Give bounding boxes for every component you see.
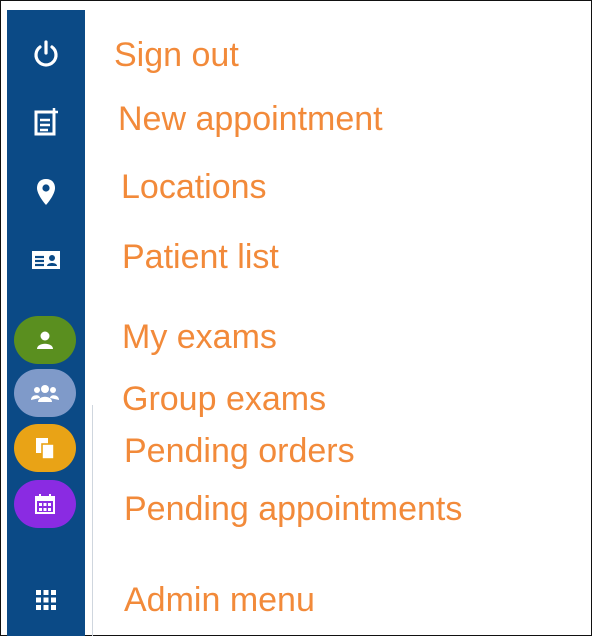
- new-appointment-icon[interactable]: [7, 102, 85, 142]
- documents-icon[interactable]: [14, 424, 76, 472]
- calendar-icon[interactable]: [14, 480, 76, 528]
- menu-item-patient-list[interactable]: Patient list: [122, 237, 279, 277]
- menu-item-group-exams[interactable]: Group exams: [122, 379, 326, 419]
- divider: [92, 405, 93, 636]
- menu-item-new-appointment[interactable]: New appointment: [118, 99, 383, 139]
- menu-item-admin-menu[interactable]: Admin menu: [124, 580, 315, 620]
- menu-item-my-exams[interactable]: My exams: [122, 317, 277, 357]
- menu-item-locations[interactable]: Locations: [121, 167, 267, 207]
- group-icon[interactable]: [14, 369, 76, 417]
- id-card-icon[interactable]: [7, 240, 85, 280]
- menu-item-pending-orders[interactable]: Pending orders: [124, 431, 355, 471]
- user-icon[interactable]: [14, 316, 76, 364]
- sidebar: [7, 10, 85, 636]
- menu-item-sign-out[interactable]: Sign out: [114, 35, 239, 75]
- map-pin-icon[interactable]: [7, 172, 85, 212]
- power-icon[interactable]: [7, 34, 85, 74]
- menu-frame: [0, 0, 592, 636]
- menu-item-pending-appointments[interactable]: Pending appointments: [124, 489, 462, 529]
- grid-icon[interactable]: [7, 585, 85, 615]
